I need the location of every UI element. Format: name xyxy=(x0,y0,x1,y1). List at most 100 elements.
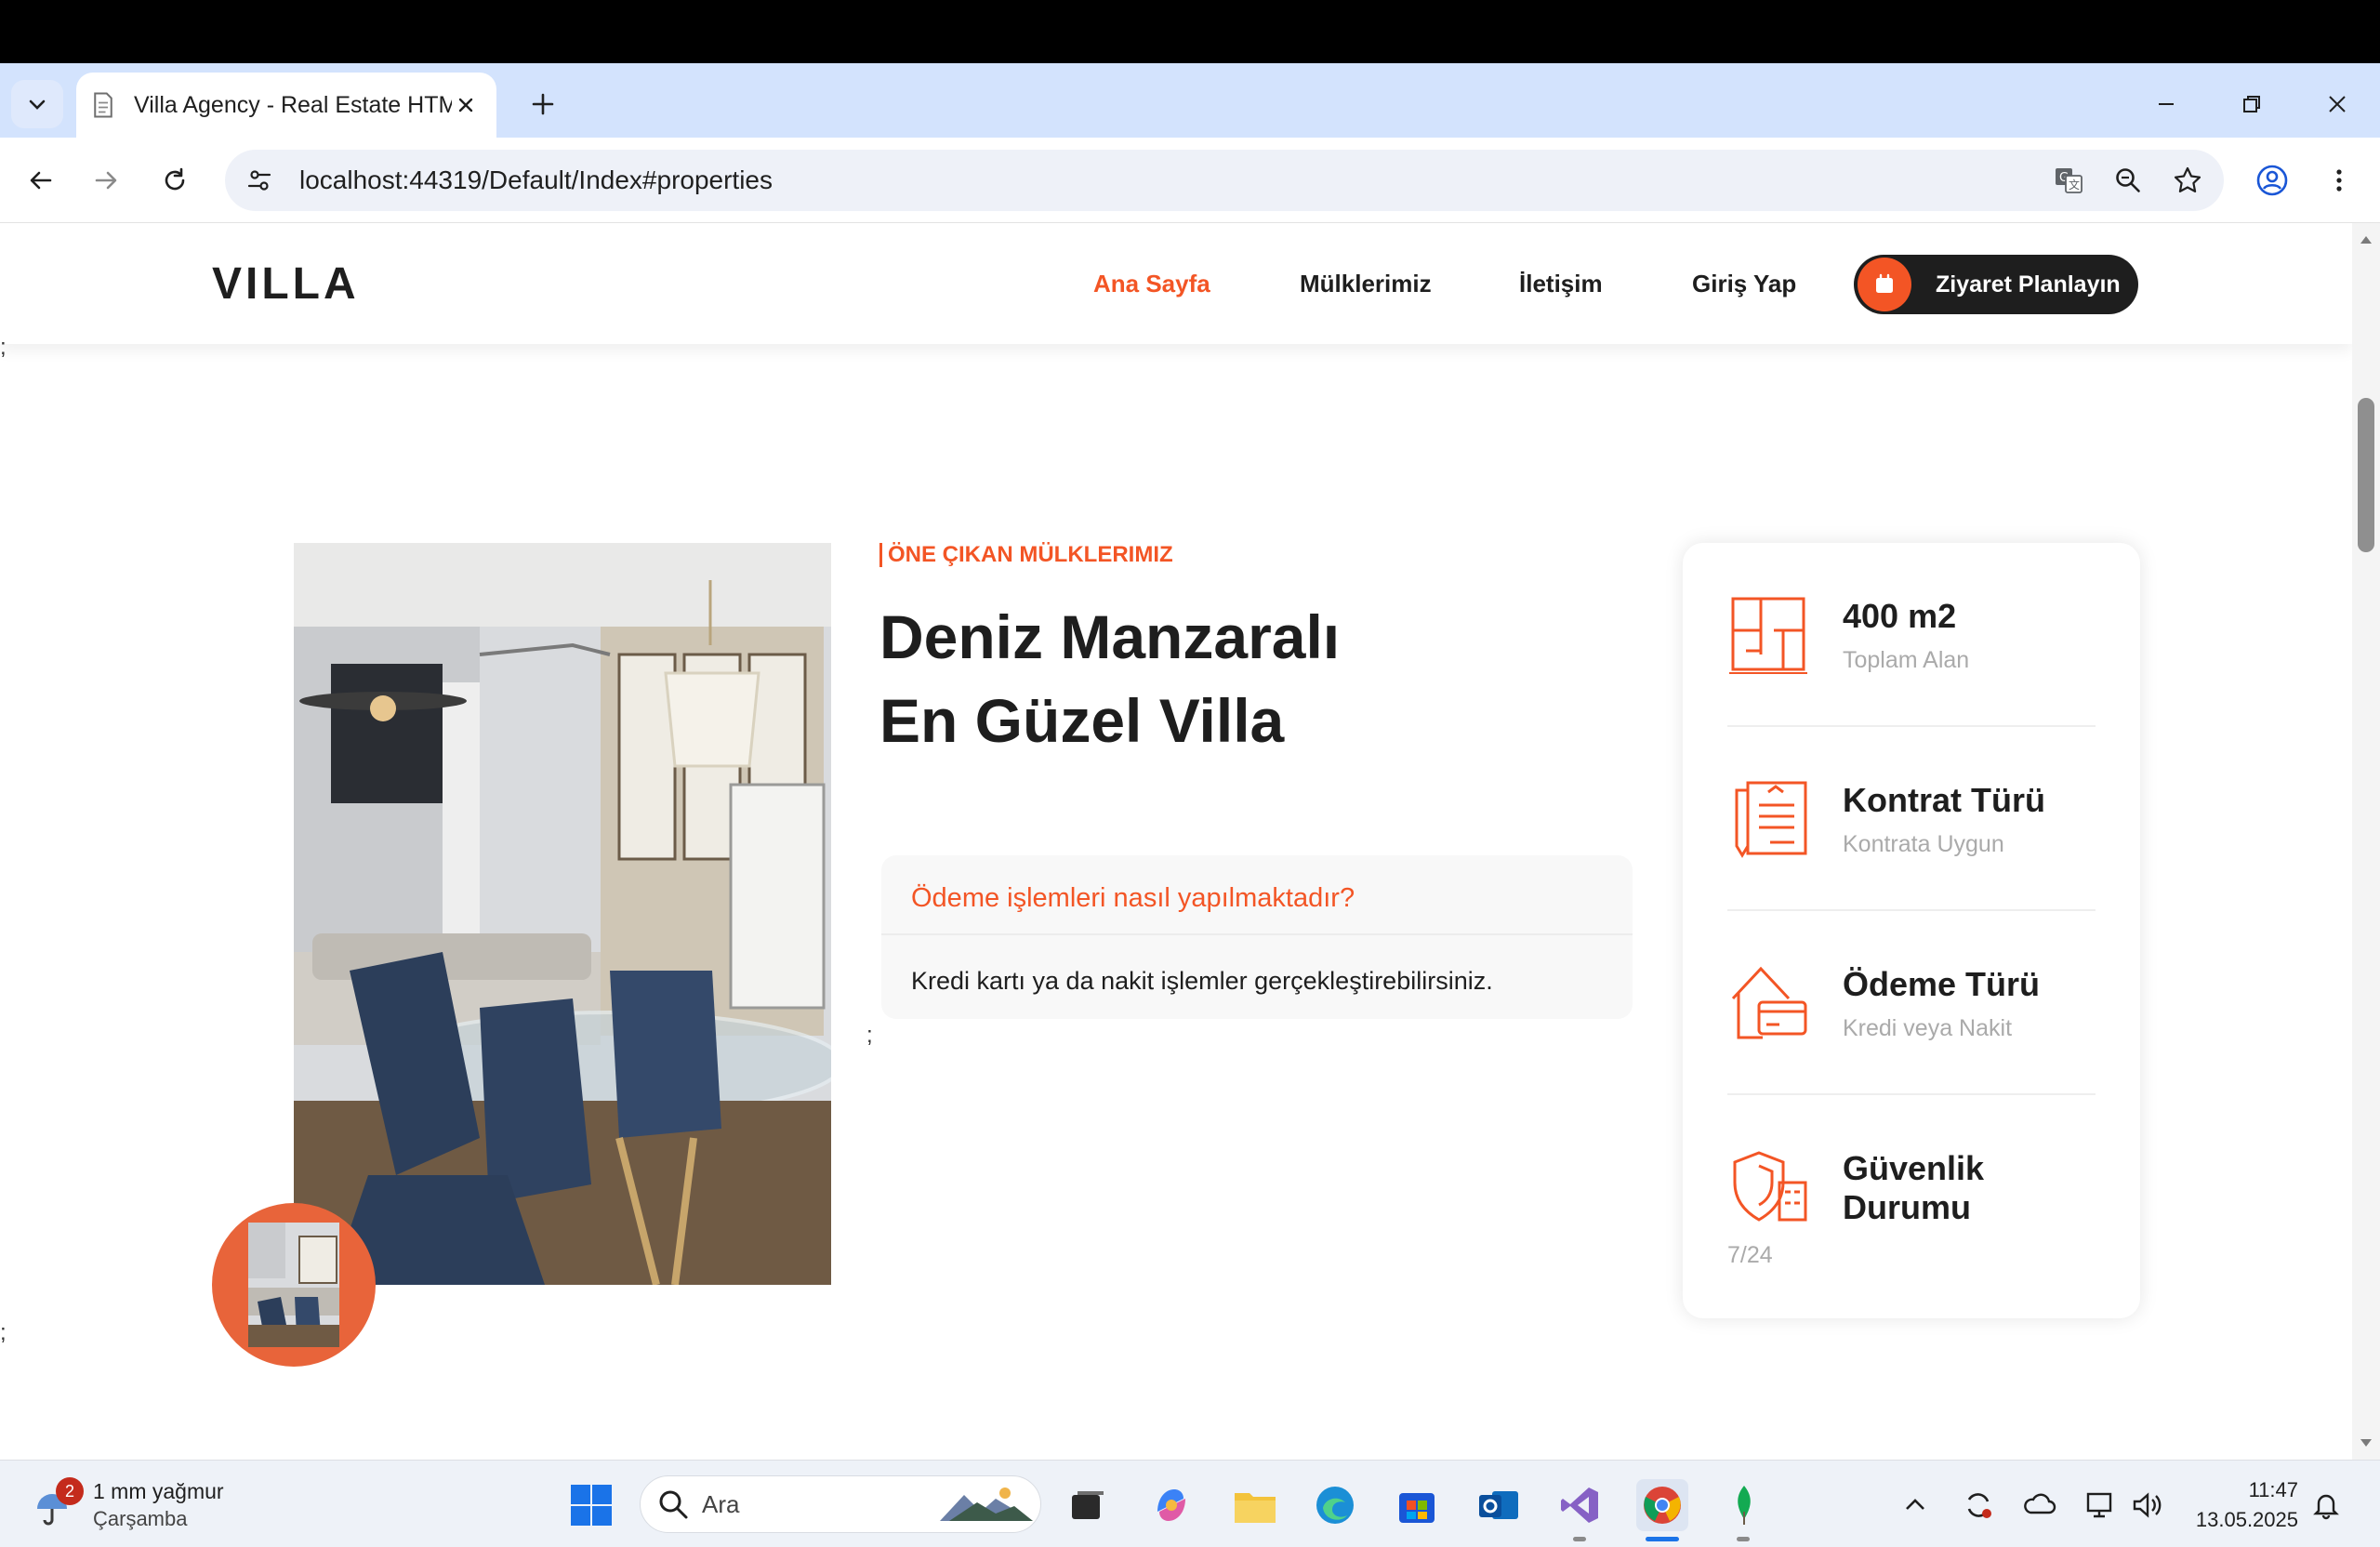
info-title: Güvenlik Durumu xyxy=(1843,1149,1985,1226)
weather-condition: 1 mm yağmur xyxy=(93,1479,224,1503)
profile-button[interactable] xyxy=(2248,156,2296,205)
taskbar-task-view[interactable] xyxy=(1062,1479,1114,1531)
reload-icon xyxy=(165,167,185,191)
scroll-up-arrow-icon[interactable] xyxy=(2358,232,2374,247)
restore-button[interactable] xyxy=(2229,82,2274,126)
site-header: VILLA Ana Sayfa Mülklerimiz İletişim Gir… xyxy=(0,223,2352,344)
close-window-button[interactable] xyxy=(2315,82,2360,126)
new-tab-button[interactable] xyxy=(521,82,565,126)
taskbar-search-label: Ara xyxy=(702,1489,740,1518)
faq-accordion: Ödeme işlemleri nasıl yapılmaktadır? Kre… xyxy=(881,855,1633,1019)
arrow-right-icon xyxy=(95,171,117,190)
faq-question[interactable]: Ödeme işlemleri nasıl yapılmaktadır? xyxy=(911,883,1355,914)
show-hidden-icons-button[interactable] xyxy=(1897,1479,1934,1531)
close-icon xyxy=(458,98,473,112)
landscape-icon xyxy=(940,1488,1033,1521)
zoom-button[interactable] xyxy=(2105,157,2151,204)
leaf-icon xyxy=(1738,1486,1751,1525)
taskbar-file-explorer[interactable] xyxy=(1229,1479,1281,1531)
taskbar-visual-studio[interactable] xyxy=(1554,1479,1606,1531)
payment-icon xyxy=(1731,966,1807,1039)
calendar-icon xyxy=(1858,258,1911,311)
search-icon xyxy=(659,1490,688,1519)
info-subtitle: Kredi veya Nakit xyxy=(1843,1015,2013,1041)
info-divider xyxy=(1727,725,2096,727)
restore-icon xyxy=(2243,96,2260,112)
visual-studio-icon xyxy=(1561,1488,1598,1523)
schedule-visit-button[interactable]: Ziyaret Planlayın xyxy=(1854,255,2138,314)
info-title: 400 m2 xyxy=(1843,597,1957,635)
web-page: VILLA Ana Sayfa Mülklerimiz İletişim Gir… xyxy=(0,223,2352,1460)
weather-widget[interactable]: 2 1 mm yağmur Çarşamba xyxy=(33,1477,247,1533)
featured-property-photo xyxy=(294,543,831,1285)
browser-menu-button[interactable] xyxy=(2315,156,2363,205)
windows-logo-icon xyxy=(571,1485,612,1526)
tray-volume[interactable] xyxy=(2127,1479,2168,1531)
headline-line-2: En Güzel Villa xyxy=(879,686,1285,755)
star-icon xyxy=(2174,166,2202,192)
forward-button[interactable] xyxy=(82,156,130,205)
property-headline: Deniz Manzaralı En Güzel Villa xyxy=(879,595,1340,762)
tray-sync[interactable] xyxy=(1958,1479,1999,1531)
site-info-button[interactable] xyxy=(236,157,283,204)
clock-time: 11:47 xyxy=(2248,1478,2298,1501)
bookmark-button[interactable] xyxy=(2164,157,2211,204)
back-button[interactable] xyxy=(17,156,65,205)
scroll-thumb[interactable] xyxy=(2358,398,2374,552)
nav-login[interactable]: Giriş Yap xyxy=(1692,270,1796,298)
edge-icon xyxy=(1316,1487,1354,1524)
taskbar-clock[interactable]: 11:47 13.05.2025 xyxy=(2187,1475,2298,1535)
info-title: Ödeme Türü xyxy=(1843,965,2041,1003)
reload-button[interactable] xyxy=(151,156,199,205)
active-app-indicator xyxy=(1646,1537,1679,1541)
info-item-payment: Ödeme Türü Kredi veya Nakit xyxy=(1727,961,2096,1051)
outlook-icon xyxy=(1479,1491,1518,1519)
translate-button[interactable]: G文 xyxy=(2045,157,2092,204)
info-subtitle: Kontrata Uygun xyxy=(1843,831,2004,857)
start-button[interactable] xyxy=(565,1479,617,1531)
taskbar-mongodb[interactable] xyxy=(1718,1479,1770,1531)
sync-icon xyxy=(1967,1493,1991,1518)
tray-network[interactable] xyxy=(2081,1479,2122,1531)
page-favicon-icon xyxy=(94,92,112,118)
info-subtitle: Toplam Alan xyxy=(1843,647,1970,673)
page-scrollbar[interactable] xyxy=(2352,223,2380,1460)
faq-divider xyxy=(881,933,1633,935)
close-icon xyxy=(2329,96,2346,112)
browser-tab[interactable]: Villa Agency - Real Estate HTML xyxy=(76,73,496,138)
notifications-button[interactable] xyxy=(2306,1479,2347,1531)
tab-close-button[interactable] xyxy=(452,91,480,119)
tab-title: Villa Agency - Real Estate HTML xyxy=(134,91,452,118)
chevron-up-icon xyxy=(1906,1499,1924,1510)
nav-contact[interactable]: İletişim xyxy=(1519,270,1603,298)
property-thumbnail[interactable] xyxy=(212,1203,376,1367)
taskbar-chrome[interactable] xyxy=(1636,1479,1688,1531)
minimize-button[interactable] xyxy=(2144,82,2188,126)
speaker-icon xyxy=(2133,1492,2162,1518)
taskbar-copilot[interactable] xyxy=(1145,1479,1197,1531)
zoom-icon xyxy=(2116,168,2140,192)
property-info-card: 400 m2 Toplam Alan Kontrat Türü Kontrata… xyxy=(1683,543,2140,1318)
scroll-down-arrow-icon[interactable] xyxy=(2358,1435,2374,1450)
stray-semicolon: ; xyxy=(0,335,7,360)
site-logo[interactable]: VILLA xyxy=(212,258,360,310)
address-bar[interactable]: localhost:44319/Default/Index#properties… xyxy=(225,150,2224,211)
chevron-down-icon xyxy=(29,99,46,110)
tray-onedrive[interactable] xyxy=(2019,1479,2060,1531)
task-view-icon xyxy=(1072,1491,1104,1519)
info-item-area: 400 m2 Toplam Alan xyxy=(1727,593,2096,682)
arrow-left-icon xyxy=(30,171,52,190)
taskbar-store[interactable] xyxy=(1391,1479,1443,1531)
faq-answer: Kredi kartı ya da nakit işlemler gerçekl… xyxy=(911,967,1493,995)
taskbar-edge[interactable] xyxy=(1309,1479,1361,1531)
contract-icon xyxy=(1735,781,1807,858)
nav-properties[interactable]: Mülklerimiz xyxy=(1300,270,1432,298)
running-app-indicator xyxy=(1573,1537,1586,1541)
taskbar-search-box[interactable]: Ara xyxy=(640,1475,1041,1533)
cloud-icon xyxy=(2024,1493,2056,1514)
tab-search-button[interactable] xyxy=(11,80,63,128)
nav-home[interactable]: Ana Sayfa xyxy=(1093,270,1210,298)
more-vertical-icon xyxy=(2336,169,2342,192)
site-settings-icon xyxy=(247,170,271,191)
taskbar-outlook[interactable] xyxy=(1473,1479,1525,1531)
